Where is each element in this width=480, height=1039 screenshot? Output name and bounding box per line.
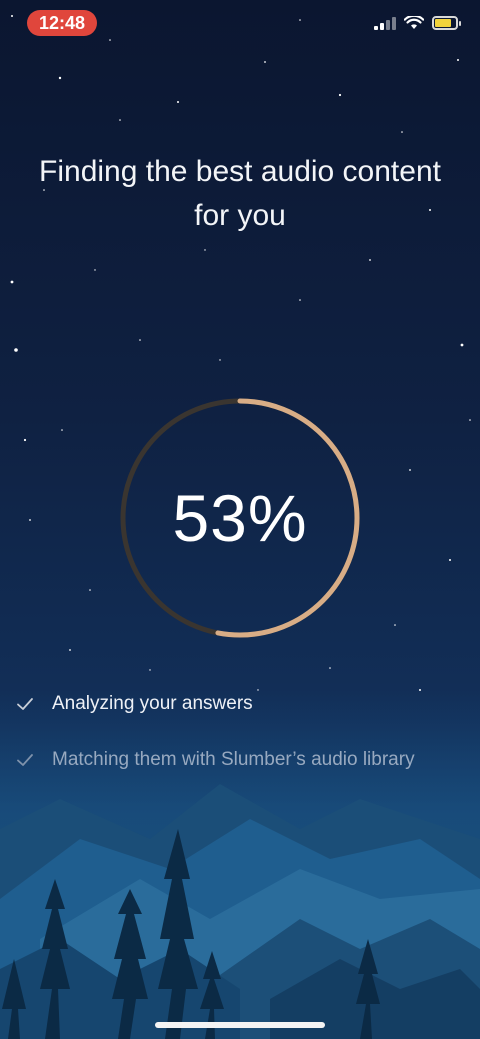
checkmark-icon bbox=[17, 698, 33, 710]
status-bar: 12:48 bbox=[0, 0, 480, 50]
status-icons bbox=[374, 16, 461, 30]
home-indicator[interactable] bbox=[155, 1022, 325, 1028]
progress-percentage: 53% bbox=[172, 481, 308, 555]
step-label: Analyzing your answers bbox=[52, 693, 253, 714]
battery-icon bbox=[432, 16, 461, 30]
step-analyzing-answers: Analyzing your answers bbox=[14, 693, 253, 715]
checkmark-icon bbox=[17, 754, 33, 766]
mountain-forest-landscape bbox=[0, 689, 480, 1039]
page-title: Finding the best audio content for you bbox=[39, 155, 441, 232]
status-time: 12:48 bbox=[27, 10, 97, 36]
wifi-icon bbox=[404, 16, 424, 29]
step-label: Matching them with Slumber’s audio libra… bbox=[52, 749, 415, 770]
battery-fill bbox=[435, 19, 451, 27]
cellular-signal-icon bbox=[374, 16, 396, 30]
step-matching-library: Matching them with Slumber’s audio libra… bbox=[14, 749, 415, 771]
